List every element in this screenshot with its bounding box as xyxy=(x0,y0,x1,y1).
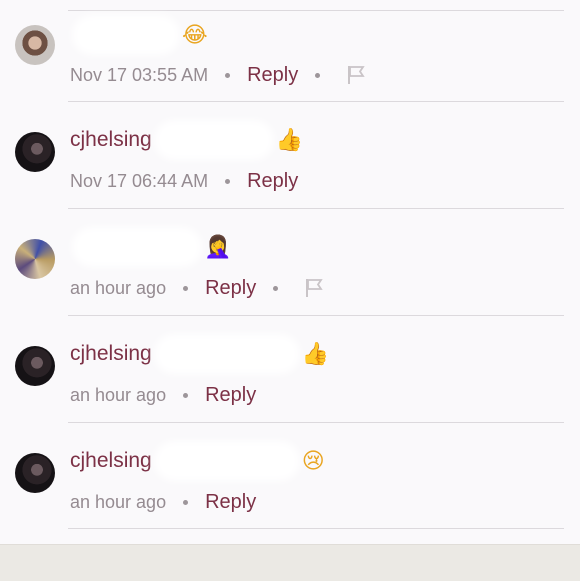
avatar[interactable] xyxy=(15,453,55,493)
avatar[interactable] xyxy=(15,239,55,279)
comment-list: 😂 Nov 17 03:55 AM Reply cjhelsing 👍 Nov … xyxy=(0,0,580,544)
redacted-text xyxy=(159,447,294,475)
timestamp: Nov 17 03:55 AM xyxy=(70,64,209,85)
reply-button[interactable]: Reply xyxy=(205,491,256,514)
dot-separator xyxy=(183,285,189,291)
comment-item: cjhelsing 😢 an hour ago Reply xyxy=(0,422,580,528)
avatar[interactable] xyxy=(15,25,55,65)
flag-icon[interactable] xyxy=(345,64,367,86)
bottom-bar xyxy=(0,544,580,581)
comment-body: cjhelsing 👍 xyxy=(70,339,329,369)
comment-item: cjhelsing 👍 an hour ago Reply xyxy=(0,315,580,421)
reply-button[interactable]: Reply xyxy=(205,384,256,407)
timestamp: an hour ago xyxy=(70,384,167,405)
avatar[interactable] xyxy=(15,346,55,386)
comment-meta: an hour ago Reply xyxy=(70,381,256,409)
thumbs-up-emoji-icon: 👍 xyxy=(275,127,304,152)
avatar[interactable] xyxy=(15,132,55,172)
redacted-text xyxy=(159,340,294,368)
crying-emoji-icon: 😢 xyxy=(301,448,325,473)
thumbs-up-emoji-icon: 👍 xyxy=(301,341,330,366)
username[interactable]: cjhelsing xyxy=(70,128,152,152)
comment-body: cjhelsing 👍 xyxy=(70,125,303,155)
comment-item: cjhelsing 👍 Nov 17 06:44 AM Reply xyxy=(0,101,580,207)
timestamp: Nov 17 06:44 AM xyxy=(70,170,209,191)
redacted-text xyxy=(159,126,268,154)
redacted-text xyxy=(78,233,196,261)
comment-meta: Nov 17 06:44 AM Reply xyxy=(70,167,298,195)
comment-meta: Nov 17 03:55 AM Reply xyxy=(70,61,367,89)
dot-separator xyxy=(183,499,189,505)
comment-meta: an hour ago Reply xyxy=(70,488,256,516)
timestamp: an hour ago xyxy=(70,277,167,298)
reply-button[interactable]: Reply xyxy=(247,64,298,87)
username[interactable]: cjhelsing xyxy=(70,449,152,473)
comment-body: 😂 xyxy=(70,20,208,50)
username[interactable]: cjhelsing xyxy=(70,342,152,366)
divider xyxy=(68,528,564,529)
redacted-text xyxy=(78,21,174,49)
dot-separator xyxy=(183,392,189,398)
facepalm-emoji-icon: 🤦‍♀️ xyxy=(204,234,232,259)
dot-separator xyxy=(225,178,231,184)
dot-separator xyxy=(315,72,321,78)
dot-separator xyxy=(273,285,279,291)
comment-meta: an hour ago Reply xyxy=(70,274,325,302)
comment-item: 🤦‍♀️ an hour ago Reply xyxy=(0,208,580,314)
laughing-emoji-icon: 😂 xyxy=(182,22,208,47)
reply-button[interactable]: Reply xyxy=(205,277,256,300)
timestamp: an hour ago xyxy=(70,491,167,512)
comment-body: cjhelsing 😢 xyxy=(70,446,325,476)
comment-body: 🤦‍♀️ xyxy=(70,232,231,262)
flag-icon[interactable] xyxy=(303,277,325,299)
dot-separator xyxy=(225,72,231,78)
reply-button[interactable]: Reply xyxy=(247,170,298,193)
